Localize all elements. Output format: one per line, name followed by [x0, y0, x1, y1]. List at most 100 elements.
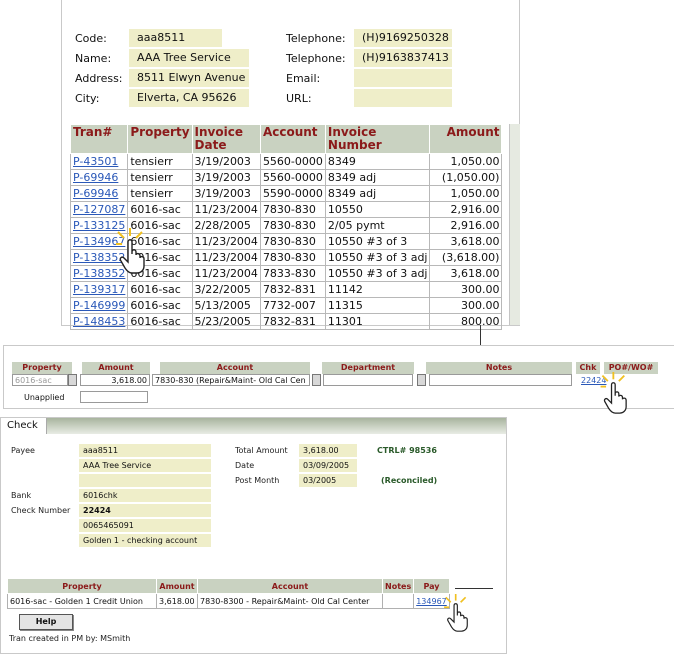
transaction-row: P-69946 tensierr 3/19/2003 5560-0000 8349 ad…: [69, 169, 503, 186]
name-field: AAA Tree Service: [129, 49, 249, 67]
tran-invoice-date: 11/23/2004: [191, 233, 261, 250]
tran-property: tensierr: [127, 185, 193, 202]
tran-amount: 1,050.00: [429, 153, 503, 170]
detail-header-property: Property: [12, 362, 72, 374]
tran-amount: 300.00: [429, 297, 503, 314]
pay-header-pay: Pay: [413, 578, 450, 594]
tran-account: 5590-0000: [259, 185, 326, 202]
pay-header-notes: Notes: [381, 578, 415, 594]
tran-invoice-number: 10550 #3 of 3 adj: [324, 265, 431, 282]
unapplied-input[interactable]: [80, 391, 148, 403]
payee-name-field: AAA Tree Service: [79, 459, 211, 472]
pay-property: 6016-sac - Golden 1 Credit Union: [7, 593, 157, 609]
tran-invoice-date: 11/23/2004: [191, 249, 261, 266]
department-lookup-button[interactable]: [417, 374, 426, 386]
pay-tran-link[interactable]: 134967: [416, 597, 447, 606]
tran-invoice-date: 5/13/2005: [191, 297, 261, 314]
tran-invoice-number: 10550 #3 of 3: [324, 233, 431, 250]
tran-link[interactable]: P-127087: [73, 203, 125, 216]
telephone-2-field: (H)9163837413: [354, 49, 452, 67]
pay-header-property: Property: [7, 578, 157, 594]
transaction-row: P-139317 6016-sac 3/22/2005 7832-831 11142 30…: [69, 281, 503, 298]
account-number-field: 0065465091: [79, 519, 211, 532]
unapplied-label: Unapplied: [24, 393, 65, 402]
tran-account: 5560-0000: [259, 153, 326, 170]
account-lookup-button[interactable]: [312, 374, 321, 386]
city-label: City:: [75, 92, 100, 105]
tran-link[interactable]: P-146999: [73, 299, 125, 312]
address-label: Address:: [75, 72, 123, 85]
detail-amount-input[interactable]: 3,618.00: [80, 374, 150, 386]
property-lookup-button[interactable]: [68, 374, 77, 386]
tran-cell: P-127087: [69, 201, 129, 218]
tran-account: 7830-830: [259, 233, 326, 250]
tran-amount: 3,618.00: [429, 233, 503, 250]
tran-amount: (3,618.00): [429, 249, 503, 266]
tran-property: 6016-sac: [127, 201, 193, 218]
tran-link[interactable]: P-139317: [73, 283, 125, 296]
tran-link[interactable]: P-148453: [73, 315, 125, 328]
tran-invoice-date: 11/23/2004: [191, 265, 261, 282]
address-field: 8511 Elwyn Avenue: [129, 69, 249, 87]
tran-invoice-date: 3/19/2003: [191, 185, 261, 202]
tran-invoice-number: 8349: [324, 153, 431, 170]
check-pay-table: Property Amount Account Notes Pay 6016-s…: [7, 578, 450, 609]
tran-invoice-number: 2/05 pymt: [324, 217, 431, 234]
tran-invoice-number: 11315: [324, 297, 431, 314]
detail-account-input[interactable]: 7830-830 (Repair&Maint- Old Cal Cen: [152, 374, 310, 386]
tran-property: tensierr: [127, 169, 193, 186]
tran-link[interactable]: P-43501: [73, 155, 118, 168]
tran-invoice-date: 2/28/2005: [191, 217, 261, 234]
tran-cell: P-139317: [69, 281, 129, 298]
tran-amount: 1,050.00: [429, 185, 503, 202]
tran-invoice-date: 3/22/2005: [191, 281, 261, 298]
transaction-row: P-146999 6016-sac 5/13/2005 7732-007 11315 30…: [69, 297, 503, 314]
tran-account: 7833-830: [259, 265, 326, 282]
code-label: Code:: [75, 32, 107, 45]
tran-invoice-date: 11/23/2004: [191, 201, 261, 218]
col-header-invoice-number[interactable]: Invoice Number: [324, 124, 431, 154]
total-amount-label: Total Amount: [235, 446, 288, 455]
pay-row: 6016-sac - Golden 1 Credit Union 3,618.0…: [7, 593, 450, 609]
payee-blank-field: [79, 474, 211, 487]
help-button[interactable]: Help: [19, 614, 73, 630]
tran-invoice-date: 3/19/2003: [191, 169, 261, 186]
tran-cell: P-69946: [69, 185, 129, 202]
bank-field: 6016chk: [79, 489, 211, 502]
detail-header-notes: Notes: [426, 362, 572, 374]
col-header-invoice-date[interactable]: Invoice Date: [191, 124, 261, 154]
col-header-property[interactable]: Property: [127, 124, 193, 154]
tran-invoice-number: 10550 #3 of 3 adj: [324, 249, 431, 266]
detail-department-input[interactable]: [323, 374, 413, 386]
tran-amount: 800.00: [429, 313, 503, 330]
tran-property: 6016-sac: [127, 281, 193, 298]
tran-account: 7830-830: [259, 249, 326, 266]
tran-link[interactable]: P-69946: [73, 171, 118, 184]
col-header-amount[interactable]: Amount: [429, 124, 503, 154]
post-month-label: Post Month: [235, 476, 280, 485]
tran-invoice-date: 5/23/2005: [191, 313, 261, 330]
tab-check[interactable]: Check: [1, 418, 47, 434]
tran-account: 7832-831: [259, 313, 326, 330]
tran-link[interactable]: P-69946: [73, 187, 118, 200]
col-header-tran[interactable]: Tran#: [69, 124, 129, 154]
tran-account: 7830-830: [259, 201, 326, 218]
telephone-1-field: (H)9169250328: [354, 29, 452, 47]
tran-invoice-number: 11301: [324, 313, 431, 330]
tran-cell: P-146999: [69, 297, 129, 314]
name-label: Name:: [75, 52, 112, 65]
payee-label: Payee: [11, 446, 35, 455]
transaction-row: P-69946 tensierr 3/19/2003 5590-0000 8349 ad…: [69, 185, 503, 202]
bank-label: Bank: [11, 491, 32, 500]
col-header-account[interactable]: Account: [259, 124, 326, 154]
tran-cell: P-69946: [69, 169, 129, 186]
post-month-field: 03/2005: [299, 474, 357, 487]
detail-notes-input[interactable]: [429, 374, 572, 386]
detail-property-input[interactable]: 6016-sac: [12, 374, 68, 386]
check-panel: Check Payee aaa8511 AAA Tree Service Ban…: [0, 417, 507, 654]
ctrl-number: CTRL# 98536: [377, 446, 437, 455]
url-label: URL:: [286, 92, 312, 105]
code-field: aaa8511: [129, 29, 222, 47]
tran-property: tensierr: [127, 153, 193, 170]
tran-invoice-number: 8349 adj: [324, 169, 431, 186]
